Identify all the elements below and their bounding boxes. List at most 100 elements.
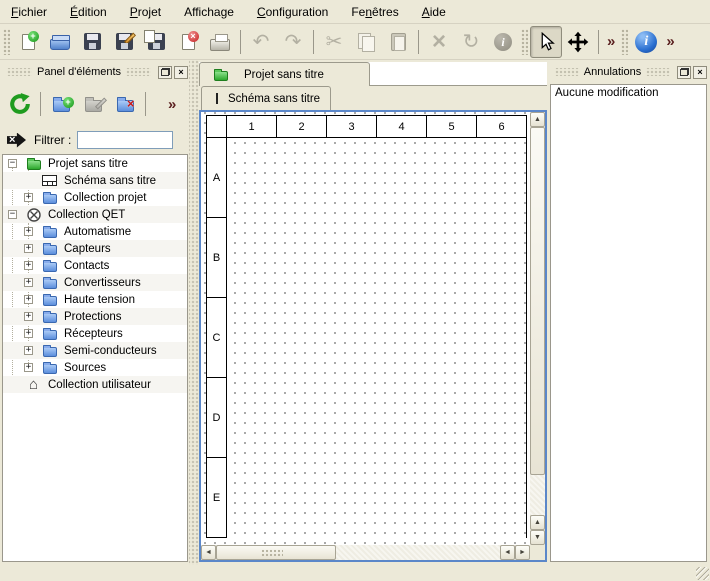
edit-category-button[interactable] <box>77 88 109 120</box>
tree-item-convertisseurs[interactable]: + Convertisseurs <box>3 274 187 291</box>
expand-expander[interactable]: + <box>24 261 33 270</box>
folder-icon <box>43 245 57 255</box>
restore-icon <box>161 68 170 76</box>
project-folder-icon <box>214 71 228 81</box>
scroll-left-button[interactable]: ◄ <box>500 545 515 560</box>
save-icon <box>84 33 101 50</box>
float-panel-button[interactable] <box>158 66 172 79</box>
delete-button[interactable]: × <box>423 26 455 58</box>
paste-button[interactable] <box>382 26 414 58</box>
scroll-left-button[interactable]: ◄ <box>201 545 216 560</box>
toolbar-drag-handle[interactable] <box>521 29 528 55</box>
clear-filter-icon[interactable] <box>7 133 26 148</box>
about-info-button[interactable]: i <box>630 26 662 58</box>
expand-expander[interactable]: + <box>24 278 33 287</box>
rotate-button[interactable]: ↻ <box>455 26 487 58</box>
close-icon: × <box>178 67 183 78</box>
scroll-up-button[interactable]: ▲ <box>530 112 545 127</box>
folder-icon <box>43 313 57 323</box>
save-all-icon <box>148 33 165 50</box>
close-panel-button[interactable]: × <box>174 66 188 79</box>
tree-item-semi-conducteurs[interactable]: + Semi-conducteurs <box>3 342 187 359</box>
undo-list-item[interactable]: Aucune modification <box>551 85 706 101</box>
close-panel-button[interactable]: × <box>693 66 707 79</box>
elements-panel-title: Panel d'éléments <box>37 66 121 78</box>
save-button[interactable] <box>76 26 108 58</box>
tree-item-recepteurs[interactable]: + Récepteurs <box>3 325 187 342</box>
toolbar-overflow-button[interactable]: » <box>662 33 678 50</box>
scroll-right-button[interactable]: ► <box>515 545 530 560</box>
collapse-expander[interactable]: − <box>8 159 17 168</box>
filter-input[interactable] <box>77 131 173 149</box>
scroll-down-button[interactable]: ▼ <box>530 530 545 545</box>
scrollbar-thumb[interactable] <box>530 127 545 475</box>
open-project-button[interactable] <box>44 26 76 58</box>
main-toolbar: + × ↶ ↷ ✂ × ↻ i » i » <box>0 24 710 60</box>
expand-expander[interactable]: + <box>24 312 33 321</box>
expand-expander[interactable]: + <box>24 295 33 304</box>
menu-edition[interactable]: Édition <box>63 2 114 22</box>
elements-tree: − Projet sans titre Schéma sans titre + … <box>2 154 188 562</box>
expand-expander[interactable]: + <box>24 363 33 372</box>
new-project-button[interactable]: + <box>12 26 44 58</box>
tree-item-collection-qet[interactable]: − Collection QET <box>3 206 187 223</box>
undo-button[interactable]: ↶ <box>245 26 277 58</box>
home-icon: ⌂ <box>29 379 38 391</box>
selection-mode-button[interactable] <box>530 26 562 58</box>
tree-item-protections[interactable]: + Protections <box>3 308 187 325</box>
tree-item-automatisme[interactable]: + Automatisme <box>3 223 187 240</box>
tree-item-projet-sans-titre[interactable]: − Projet sans titre <box>3 155 187 172</box>
toolbar-drag-handle[interactable] <box>621 29 628 55</box>
new-category-button[interactable]: + <box>45 88 77 120</box>
close-file-button[interactable]: × <box>172 26 204 58</box>
tree-item-haute-tension[interactable]: + Haute tension <box>3 291 187 308</box>
toolbar-drag-handle[interactable] <box>3 29 10 55</box>
tree-item-capteurs[interactable]: + Capteurs <box>3 240 187 257</box>
float-panel-button[interactable] <box>677 66 691 79</box>
element-info-button[interactable]: i <box>487 26 519 58</box>
tab-schema-sans-titre[interactable]: Schéma sans titre <box>201 86 331 110</box>
panel-splitter[interactable] <box>189 60 199 565</box>
schema-icon <box>42 175 57 186</box>
reload-collections-button[interactable] <box>4 88 36 120</box>
delete-category-button[interactable]: × <box>109 88 141 120</box>
tree-item-schema-sans-titre[interactable]: Schéma sans titre <box>3 172 187 189</box>
tree-item-collection-utilisateur[interactable]: ⌂ Collection utilisateur <box>3 376 187 393</box>
print-button[interactable] <box>204 26 236 58</box>
cut-button[interactable]: ✂ <box>318 26 350 58</box>
folder-icon <box>43 296 57 306</box>
collapse-expander[interactable]: − <box>8 210 17 219</box>
column-header: 3 <box>326 115 377 138</box>
menu-fenetres[interactable]: Fenêtres <box>344 2 405 22</box>
folder-icon <box>43 347 57 357</box>
pan-mode-button[interactable] <box>562 26 594 58</box>
tree-item-contacts[interactable]: + Contacts <box>3 257 187 274</box>
menu-aide[interactable]: Aide <box>415 2 453 22</box>
expand-expander[interactable]: + <box>24 244 33 253</box>
tree-item-collection-projet[interactable]: + Collection projet <box>3 189 187 206</box>
expand-expander[interactable]: + <box>24 193 33 202</box>
save-as-button[interactable] <box>108 26 140 58</box>
menu-projet[interactable]: Projet <box>123 2 168 22</box>
expand-expander[interactable]: + <box>24 346 33 355</box>
toolbar-overflow-button[interactable]: » <box>603 33 619 50</box>
resize-grip[interactable] <box>696 567 709 580</box>
scrollbar-thumb[interactable] <box>216 545 336 560</box>
panel-toolbar-overflow-button[interactable]: » <box>164 96 180 113</box>
menu-affichage[interactable]: Affichage <box>177 2 241 22</box>
redo-button[interactable]: ↷ <box>277 26 309 58</box>
close-icon: × <box>697 67 702 78</box>
scissors-icon: ✂ <box>326 32 343 52</box>
menu-configuration[interactable]: Configuration <box>250 2 335 22</box>
menu-fichier[interactable]: Fichier <box>4 2 54 22</box>
tree-item-sources[interactable]: + Sources <box>3 359 187 376</box>
expand-expander[interactable]: + <box>24 329 33 338</box>
scroll-up-button[interactable]: ▲ <box>530 515 545 530</box>
filter-row: Filtrer : <box>0 128 197 152</box>
save-all-button[interactable] <box>140 26 172 58</box>
schema-canvas[interactable]: 1 2 3 4 5 6 A B C D E <box>201 112 530 545</box>
copy-button[interactable] <box>350 26 382 58</box>
elements-panel-toolbar: + × » <box>0 84 197 124</box>
expand-expander[interactable]: + <box>24 227 33 236</box>
tab-projet-sans-titre[interactable]: Projet sans titre <box>199 62 370 86</box>
